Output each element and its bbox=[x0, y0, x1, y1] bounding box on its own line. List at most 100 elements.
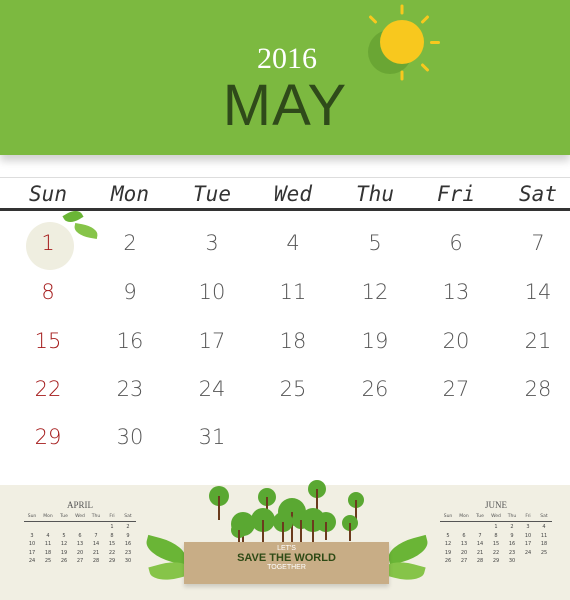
day-cell[interactable]: 30 bbox=[100, 425, 160, 449]
day-cell[interactable]: 21 bbox=[508, 329, 568, 353]
mini-day: 6 bbox=[462, 532, 466, 539]
day-cell[interactable]: 9 bbox=[100, 280, 160, 304]
mini-day: 29 bbox=[492, 558, 500, 564]
mini-day: 7 bbox=[478, 532, 482, 539]
day-cell[interactable]: 25 bbox=[263, 377, 323, 401]
mini-weekday: Sat bbox=[540, 514, 548, 519]
sun-ray bbox=[420, 14, 430, 25]
mini-day: 14 bbox=[92, 541, 100, 547]
mini-weekday: Sat bbox=[124, 514, 132, 519]
mini-week-row: 5 6 7 8 9 10 11 bbox=[440, 533, 552, 542]
day-cell[interactable]: 29 bbox=[18, 425, 78, 449]
tree-trunk bbox=[282, 522, 284, 542]
mini-day: 4 bbox=[542, 524, 546, 530]
mini-day: 4 bbox=[46, 532, 50, 539]
mini-day: 2 bbox=[510, 524, 514, 530]
day-cell[interactable]: 24 bbox=[182, 377, 242, 401]
day-cell[interactable]: 10 bbox=[182, 280, 242, 304]
mini-day: 29 bbox=[108, 558, 116, 564]
day-cell[interactable]: 4 bbox=[263, 231, 323, 255]
mini-day bbox=[520, 558, 536, 567]
mini-weekday: Sun bbox=[443, 514, 453, 519]
save-the-world-banner: LET'S SAVE THE WORLD TOGETHER bbox=[184, 542, 389, 584]
mini-day bbox=[56, 524, 72, 533]
weekday-mon: Mon bbox=[111, 182, 149, 206]
tree-trunk bbox=[300, 520, 302, 544]
mini-day: 27 bbox=[460, 558, 468, 564]
mini-weekday: Tue bbox=[60, 514, 68, 519]
day-cell[interactable]: 27 bbox=[426, 377, 486, 401]
tree-trunk bbox=[262, 520, 264, 542]
mini-day: 26 bbox=[444, 558, 452, 564]
mini-weekday: Wed bbox=[491, 514, 501, 519]
banner-line-2: SAVE THE WORLD bbox=[237, 552, 336, 564]
day-cell[interactable]: 11 bbox=[263, 280, 323, 304]
day-cell[interactable]: 12 bbox=[345, 280, 405, 304]
day-cell[interactable]: 14 bbox=[508, 280, 568, 304]
mini-day: 22 bbox=[492, 549, 500, 556]
weekday-fri: Fri bbox=[437, 182, 475, 206]
mini-day: 22 bbox=[108, 549, 116, 556]
mini-week-row: 17 18 19 20 21 22 23 bbox=[24, 550, 136, 559]
mini-weekday: Wed bbox=[75, 514, 85, 519]
mini-day: 23 bbox=[124, 549, 132, 556]
mini-day: 24 bbox=[524, 549, 532, 556]
mini-weekday: Thu bbox=[91, 514, 101, 519]
mini-weekday: Mon bbox=[43, 514, 53, 519]
sun-ray bbox=[400, 4, 404, 15]
mini-week-row: 19 20 21 22 23 24 25 bbox=[440, 550, 552, 559]
mini-calendar-april: APRIL Sun Mon Tue Wed Thu Fri Sat 1 2 3 4 5 6 7 8 9 10 11 1… bbox=[24, 500, 136, 567]
mini-day bbox=[72, 524, 88, 533]
day-cell[interactable]: 28 bbox=[508, 377, 568, 401]
mini-day: 3 bbox=[526, 524, 530, 530]
tree-trunk bbox=[325, 522, 327, 540]
day-cell[interactable]: 31 bbox=[182, 425, 242, 449]
mini-day: 16 bbox=[508, 541, 516, 547]
mini-day: 25 bbox=[540, 549, 548, 556]
mini-title: APRIL bbox=[66, 500, 93, 510]
day-cell[interactable]: 1 bbox=[18, 231, 78, 255]
mini-week-row: 24 25 26 27 28 29 30 bbox=[24, 558, 136, 567]
day-cell[interactable]: 3 bbox=[182, 231, 242, 255]
day-cell[interactable]: 16 bbox=[100, 329, 160, 353]
day-cell[interactable]: 5 bbox=[345, 231, 405, 255]
mini-day: 21 bbox=[92, 549, 100, 556]
mini-day: 20 bbox=[76, 549, 84, 556]
mini-week-row: 1 2 3 4 bbox=[440, 524, 552, 533]
month-title: MAY bbox=[222, 73, 348, 138]
mini-day: 7 bbox=[94, 532, 98, 539]
day-cell[interactable]: 22 bbox=[18, 377, 78, 401]
day-cell[interactable]: 26 bbox=[345, 377, 405, 401]
tree-trunk bbox=[218, 496, 220, 520]
mini-day: 5 bbox=[62, 532, 66, 539]
tree-trunk bbox=[349, 523, 351, 541]
day-cell[interactable]: 20 bbox=[426, 329, 486, 353]
mini-day: 25 bbox=[44, 558, 52, 564]
mini-day: 23 bbox=[508, 549, 516, 556]
day-cell[interactable]: 8 bbox=[18, 280, 78, 304]
mini-day bbox=[440, 524, 456, 533]
mini-day: 17 bbox=[28, 549, 36, 556]
day-cell[interactable]: 6 bbox=[426, 231, 486, 255]
mini-title: JUNE bbox=[485, 500, 507, 510]
day-cell[interactable]: 19 bbox=[345, 329, 405, 353]
mini-day: 12 bbox=[60, 541, 68, 547]
day-cell[interactable]: 18 bbox=[263, 329, 323, 353]
day-cell[interactable]: 2 bbox=[100, 231, 160, 255]
mini-day: 26 bbox=[60, 558, 68, 564]
day-cell[interactable]: 15 bbox=[18, 329, 78, 353]
mini-day: 30 bbox=[508, 558, 516, 564]
mini-day: 13 bbox=[460, 541, 468, 547]
mini-day bbox=[472, 524, 488, 533]
mini-day bbox=[40, 524, 56, 533]
mini-day: 21 bbox=[476, 549, 484, 556]
day-cell[interactable]: 17 bbox=[182, 329, 242, 353]
day-cell[interactable]: 7 bbox=[508, 231, 568, 255]
mini-day: 14 bbox=[476, 541, 484, 547]
day-cell[interactable]: 23 bbox=[100, 377, 160, 401]
mini-weekdays: Sun Mon Tue Wed Thu Fri Sat bbox=[24, 514, 136, 522]
mini-day: 9 bbox=[126, 532, 130, 539]
day-cell[interactable]: 13 bbox=[426, 280, 486, 304]
mini-day: 13 bbox=[76, 541, 84, 547]
mini-day: 28 bbox=[476, 558, 484, 564]
